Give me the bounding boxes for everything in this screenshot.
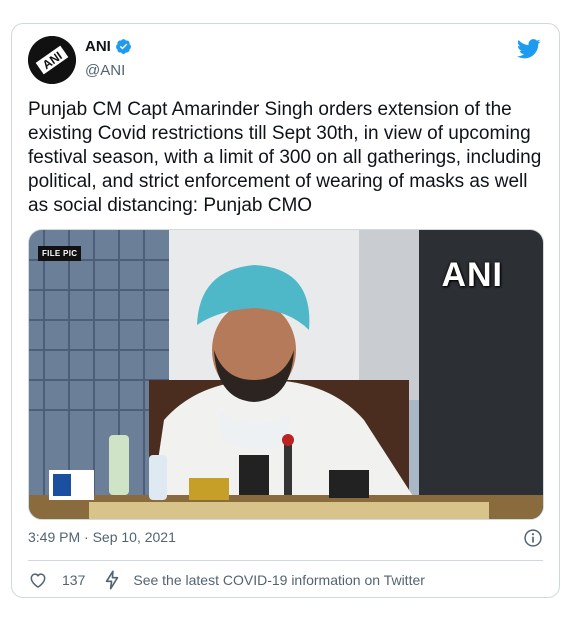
avatar[interactable]: ANI [28,36,76,84]
ani-watermark: ANI [441,256,503,294]
author-name[interactable]: ANI [85,38,111,55]
verified-badge-icon [115,39,131,54]
author-name-row: ANI [85,38,132,55]
tweet-text: Punjab CM Capt Amarinder Singh orders ex… [28,99,542,216]
tweet-actions: 137 See the latest COVID-19 information … [28,570,425,590]
tweet-timestamp[interactable]: 3:49 PM · Sep 10, 2021 [28,529,176,545]
heart-icon[interactable] [28,570,48,590]
ani-logo-icon: ANI [28,36,76,84]
covid-info-link[interactable]: See the latest COVID-19 information on T… [133,572,425,588]
author-handle[interactable]: @ANI [85,62,125,79]
info-icon[interactable] [523,528,543,548]
file-pic-badge: FILE PIC [38,246,82,261]
divider [28,560,543,561]
tweet-photo[interactable]: FILE PIC ANI [28,229,544,520]
lightning-bolt-icon [106,570,119,590]
tweet-card: ANI ANI @ANI Punjab CM Capt Amarinder Si… [11,23,560,598]
like-count[interactable]: 137 [62,572,85,588]
twitter-bird-icon[interactable] [517,39,541,59]
